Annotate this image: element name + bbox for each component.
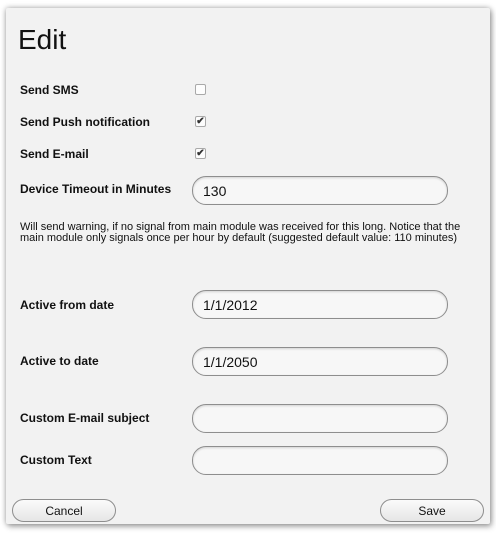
send-email-checkbox[interactable]: ✔ (195, 148, 206, 159)
send-sms-label: Send SMS (20, 83, 79, 97)
check-icon: ✔ (196, 115, 205, 127)
dialog-title: Edit (18, 24, 67, 55)
send-push-label: Send Push notification (20, 115, 151, 129)
device-timeout-label: Device Timeout in Minutes (20, 182, 172, 196)
active-from-input[interactable] (192, 290, 448, 319)
active-from-label: Active from date (20, 298, 115, 312)
device-timeout-input[interactable] (192, 176, 448, 205)
send-sms-checkbox[interactable] (195, 84, 206, 95)
custom-subject-input[interactable] (192, 404, 448, 433)
active-to-input[interactable] (192, 347, 448, 376)
edit-dialog: Edit Send SMS Send Push notification ✔ S… (6, 8, 490, 524)
custom-text-label: Custom Text (20, 453, 92, 467)
send-push-checkbox[interactable]: ✔ (195, 116, 206, 127)
cancel-button[interactable]: Cancel (12, 499, 116, 522)
save-button[interactable]: Save (380, 499, 484, 522)
custom-subject-label: Custom E-mail subject (20, 411, 150, 425)
check-icon: ✔ (196, 147, 205, 159)
timeout-help-text: Will send warning, if no signal from mai… (20, 221, 461, 244)
active-to-label: Active to date (20, 354, 99, 368)
send-email-label: Send E-mail (20, 147, 89, 161)
custom-text-input[interactable] (192, 446, 448, 475)
